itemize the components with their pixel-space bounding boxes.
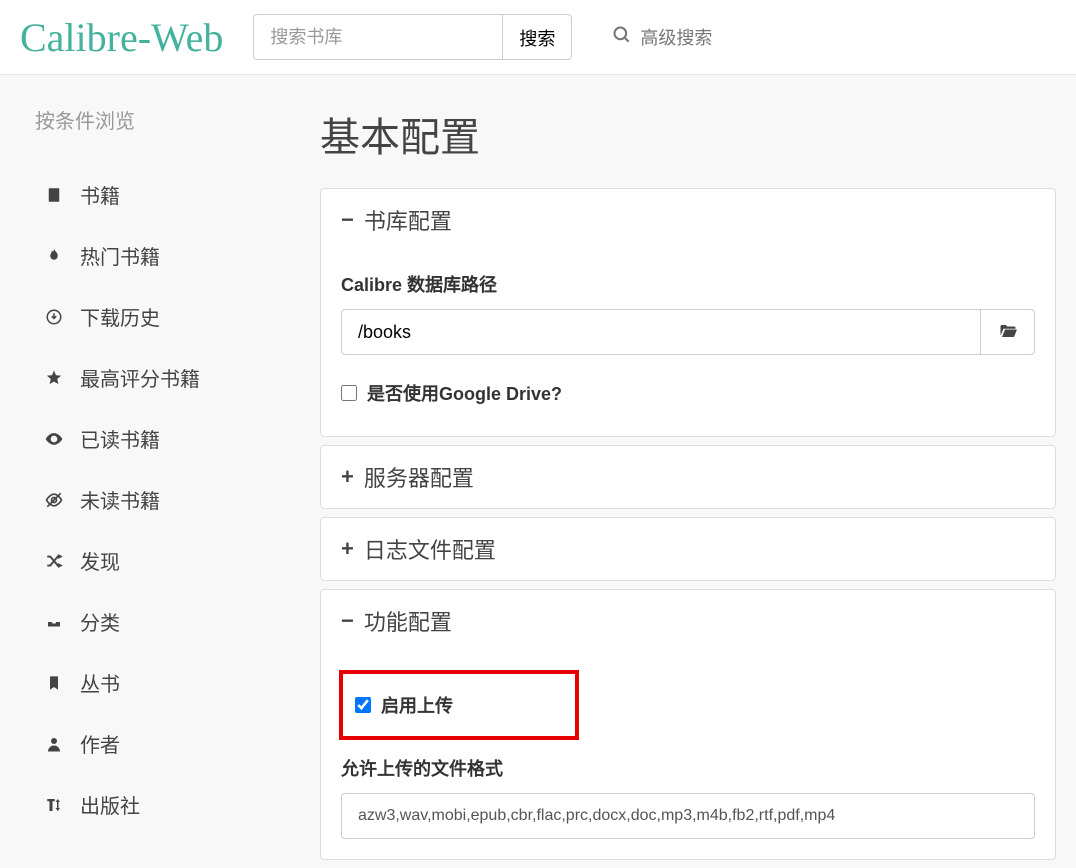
panel-heading-server[interactable]: + 服务器配置: [321, 446, 1055, 508]
brand-logo[interactable]: Calibre-Web: [20, 14, 223, 61]
sidebar-item-label: 最高评分书籍: [80, 363, 200, 392]
eye-slash-icon: [40, 490, 68, 510]
panel-library-config: − 书库配置 Calibre 数据库路径 是否使用Google Drive?: [320, 188, 1056, 437]
enable-upload-checkbox[interactable]: [355, 697, 371, 713]
sidebar-item-books[interactable]: 书籍: [20, 164, 290, 225]
folder-open-icon: [998, 322, 1018, 343]
sidebar-item-authors[interactable]: 作者: [20, 713, 290, 774]
eye-icon: [40, 429, 68, 449]
db-path-label: Calibre 数据库路径: [341, 271, 1035, 297]
panel-feature-config: − 功能配置 启用上传 允许上传的文件格式: [320, 589, 1056, 860]
minus-icon: −: [341, 608, 354, 634]
upload-highlight: 启用上传: [339, 670, 579, 740]
sidebar-item-label: 未读书籍: [80, 485, 160, 514]
folder-browse-button[interactable]: [981, 309, 1035, 355]
panel-server-config: + 服务器配置: [320, 445, 1056, 509]
sidebar-item-unread[interactable]: 未读书籍: [20, 469, 290, 530]
sidebar-item-series[interactable]: 丛书: [20, 652, 290, 713]
advanced-search-link[interactable]: 高级搜索: [612, 24, 712, 50]
sidebar-item-label: 书籍: [80, 180, 120, 209]
inbox-icon: [40, 613, 68, 631]
panel-log-config: + 日志文件配置: [320, 517, 1056, 581]
sidebar-item-label: 出版社: [80, 790, 140, 819]
enable-upload-label: 启用上传: [381, 692, 453, 718]
navbar: Calibre-Web 搜索 高级搜索: [0, 0, 1076, 75]
sidebar-item-publishers[interactable]: 出版社: [20, 774, 290, 835]
panel-heading-log[interactable]: + 日志文件配置: [321, 518, 1055, 580]
book-icon: [40, 186, 68, 204]
panel-heading-library[interactable]: − 书库配置: [321, 189, 1055, 251]
sidebar-item-label: 热门书籍: [80, 241, 160, 270]
minus-icon: −: [341, 207, 354, 233]
formats-label: 允许上传的文件格式: [341, 755, 1035, 781]
star-icon: [40, 369, 68, 387]
sidebar: 按条件浏览 书籍 热门书籍 下载历史 最高评分书籍 已读书籍: [20, 105, 320, 868]
sidebar-item-label: 作者: [80, 729, 120, 758]
plus-icon: +: [341, 536, 354, 562]
sidebar-item-label: 发现: [80, 546, 120, 575]
formats-input[interactable]: [341, 793, 1035, 839]
panel-title: 书库配置: [364, 204, 452, 236]
sidebar-item-label: 分类: [80, 607, 120, 636]
sidebar-title: 按条件浏览: [20, 105, 290, 134]
panel-title: 服务器配置: [364, 461, 474, 493]
search-form: 搜索: [253, 14, 572, 60]
panel-title: 日志文件配置: [364, 533, 496, 565]
search-button[interactable]: 搜索: [503, 14, 572, 60]
plus-icon: +: [341, 464, 354, 490]
db-path-input[interactable]: [341, 309, 981, 355]
search-icon: [612, 25, 640, 50]
panel-heading-feature[interactable]: − 功能配置: [321, 590, 1055, 652]
sidebar-item-discover[interactable]: 发现: [20, 530, 290, 591]
sidebar-item-rated[interactable]: 最高评分书籍: [20, 347, 290, 408]
advanced-search-label: 高级搜索: [640, 24, 712, 50]
main-content: 基本配置 − 书库配置 Calibre 数据库路径 是: [320, 105, 1056, 868]
shuffle-icon: [40, 552, 68, 570]
sidebar-item-categories[interactable]: 分类: [20, 591, 290, 652]
bookmark-icon: [40, 674, 68, 692]
download-icon: [40, 308, 68, 326]
sidebar-item-downloads[interactable]: 下载历史: [20, 286, 290, 347]
sidebar-item-label: 下载历史: [80, 302, 160, 331]
sidebar-item-label: 已读书籍: [80, 424, 160, 453]
search-input[interactable]: [253, 14, 503, 60]
text-height-icon: [40, 796, 68, 814]
gdrive-checkbox[interactable]: [341, 385, 357, 401]
user-icon: [40, 735, 68, 753]
gdrive-label: 是否使用Google Drive?: [367, 380, 562, 406]
panel-title: 功能配置: [364, 605, 452, 637]
fire-icon: [40, 247, 68, 265]
sidebar-item-hot[interactable]: 热门书籍: [20, 225, 290, 286]
sidebar-item-label: 丛书: [80, 668, 120, 697]
page-title: 基本配置: [320, 105, 1056, 163]
sidebar-item-read[interactable]: 已读书籍: [20, 408, 290, 469]
